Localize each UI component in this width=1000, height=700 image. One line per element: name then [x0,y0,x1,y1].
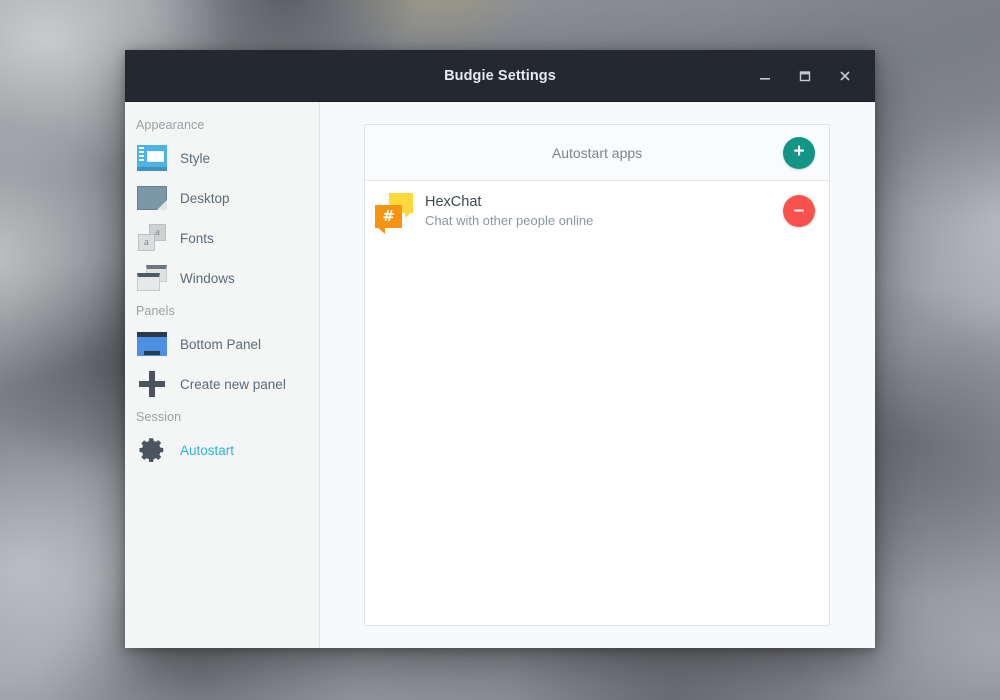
plus-icon [136,368,168,400]
windows-icon [136,262,168,294]
sidebar-item-label: Fonts [180,230,214,246]
maximize-button[interactable] [789,60,821,92]
autostart-app-list: # HexChat Chat with other people online … [365,181,829,625]
hexchat-icon: # [375,192,413,234]
titlebar[interactable]: Budgie Settings [125,50,875,102]
style-icon [136,142,168,174]
window-body: Appearance Style Desktop aa Fonts Window… [125,102,875,648]
add-autostart-app-button[interactable]: + [783,136,815,169]
autostart-card: Autostart apps + # HexChat Chat with oth… [364,124,830,626]
sidebar-item-label: Autostart [180,442,235,458]
budgie-settings-window: Budgie Settings Appearance Style Desktop… [125,50,875,648]
sidebar-item-label: Create new panel [180,376,286,392]
sidebar: Appearance Style Desktop aa Fonts Window… [125,102,320,648]
panel-icon [136,328,168,360]
sidebar-item-desktop[interactable]: Desktop [125,178,319,218]
app-name: HexChat [425,194,482,210]
sidebar-item-label: Bottom Panel [180,336,262,352]
sidebar-item-label: Desktop [180,190,230,206]
desktop: Budgie Settings Appearance Style Desktop… [0,0,1000,700]
minimize-button[interactable] [749,60,781,92]
app-description: Chat with other people online [425,213,594,228]
plus-icon: + [793,141,805,162]
sidebar-item-label: Style [180,150,211,166]
desktop-icon [136,182,168,214]
list-item[interactable]: # HexChat Chat with other people online … [365,181,829,241]
sidebar-section-panels-header: Panels [136,304,175,318]
sidebar-item-fonts[interactable]: aa Fonts [125,218,319,258]
sidebar-item-style[interactable]: Style [125,138,319,178]
remove-autostart-app-button[interactable]: – [783,195,815,227]
main-content: Autostart apps + # HexChat Chat with oth… [320,102,875,648]
fonts-icon: aa [136,222,168,254]
close-button[interactable] [829,60,861,92]
sidebar-item-windows[interactable]: Windows [125,258,319,298]
sidebar-section-session-header: Session [136,410,182,424]
minus-icon: – [793,199,805,221]
gear-icon [136,434,168,466]
sidebar-item-autostart[interactable]: Autostart [125,430,319,470]
sidebar-item-bottom-panel[interactable]: Bottom Panel [125,324,319,364]
sidebar-item-label: Windows [180,270,235,286]
hash-glyph: # [382,207,395,225]
card-header: Autostart apps + [365,125,829,181]
sidebar-section-appearance-header: Appearance [136,118,205,132]
sidebar-item-create-new-panel[interactable]: Create new panel [125,364,319,404]
window-controls [749,60,875,92]
card-title: Autostart apps [551,144,643,161]
app-text: HexChat Chat with other people online [425,194,593,228]
